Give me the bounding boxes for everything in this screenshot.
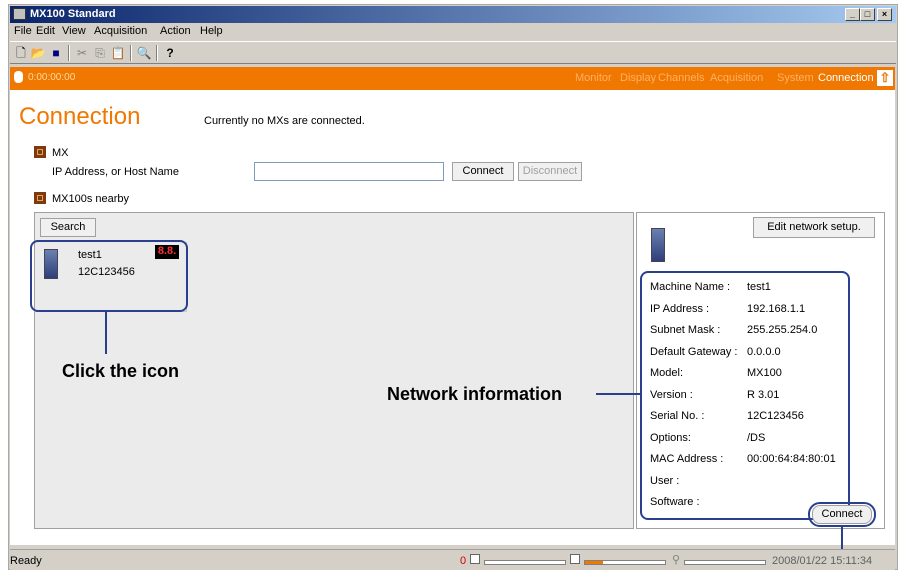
edit-network-setup-button[interactable]: Edit network setup.: [753, 217, 875, 238]
status-datetime: 2008/01/22 15:11:34: [772, 555, 873, 567]
ip-address-label: IP Address, or Host Name: [52, 166, 179, 178]
maximize-button[interactable]: □: [860, 8, 875, 21]
ip-address-input[interactable]: [254, 162, 444, 181]
minimize-button[interactable]: _: [845, 8, 860, 21]
paste-icon[interactable]: 📋: [110, 45, 126, 61]
callout-line: [596, 393, 640, 395]
slider-1[interactable]: [484, 560, 566, 565]
network-field-value: 00:00:64:84:80:01: [747, 453, 836, 465]
nearby-section-label: MX100s nearby: [52, 193, 130, 205]
tab-connection[interactable]: Connection: [818, 72, 874, 84]
page-icon: [470, 554, 480, 564]
network-field-label: Serial No. :: [650, 410, 705, 422]
menu-edit[interactable]: Edit: [36, 25, 55, 37]
connect-button[interactable]: Connect: [452, 162, 514, 181]
nav-bar: 0:00:00:00 Monitor Display Channels Acqu…: [10, 67, 895, 90]
find-icon[interactable]: 🔍: [136, 45, 152, 61]
menu-acquisition[interactable]: Acquisition: [94, 25, 147, 37]
nearby-section-toggle-icon[interactable]: [34, 192, 46, 204]
link-icon: ⚲: [672, 554, 681, 566]
network-field-value: test1: [747, 281, 771, 293]
network-field-label: Default Gateway :: [650, 345, 738, 358]
network-field-label: MAC Address :: [650, 453, 724, 465]
network-field-label: IP Address :: [650, 302, 710, 315]
search-button[interactable]: Search: [40, 218, 96, 237]
network-info-annotation: Network information: [387, 384, 563, 404]
network-field-value: 12C123456: [747, 410, 804, 422]
network-field-label: Model:: [650, 367, 684, 379]
network-field-value: 0.0.0.0: [747, 345, 781, 358]
tab-channels[interactable]: Channels: [658, 72, 704, 84]
callout-line: [105, 312, 107, 354]
network-field-label: User :: [650, 474, 680, 487]
device-callout-box: [30, 240, 188, 312]
menu-bar: File Edit View Acquisition Action Help: [10, 23, 896, 40]
toolbar: 🗋 📂 ■ ✂ ⎘ 📋 🔍 ?: [10, 41, 896, 64]
menu-file[interactable]: File: [14, 25, 32, 37]
toolbar-separator: [156, 45, 158, 61]
network-field-label: Version :: [650, 388, 693, 401]
toolbar-separator: [68, 45, 70, 61]
copy-icon[interactable]: ⎘: [92, 45, 108, 61]
menu-help[interactable]: Help: [200, 25, 223, 37]
network-field-label: Machine Name :: [650, 281, 731, 293]
network-field-value: MX100: [747, 367, 782, 379]
network-field-value: 255.255.254.0: [747, 324, 818, 336]
page-title: Connection: [19, 103, 141, 130]
cut-icon[interactable]: ✂: [74, 45, 90, 61]
network-field-label: Subnet Mask :: [650, 324, 721, 336]
network-field-value: 192.168.1.1: [747, 302, 806, 315]
network-field-label: Options:: [650, 431, 691, 444]
display-icon: [570, 554, 580, 564]
connection-status: Currently no MXs are connected.: [204, 115, 365, 127]
database-icon: [14, 71, 23, 83]
up-arrow-icon[interactable]: ⇧: [877, 70, 893, 86]
tab-system[interactable]: System: [777, 72, 814, 84]
slider-2-fill: [585, 561, 603, 564]
status-count: 0: [460, 555, 467, 567]
title-bar[interactable]: MX100 Standard _ □ ×: [10, 6, 896, 23]
tab-acquisition[interactable]: Acquisition: [710, 72, 763, 84]
new-file-icon[interactable]: 🗋: [13, 45, 29, 61]
tab-monitor[interactable]: Monitor: [575, 72, 612, 84]
network-field-value: /DS: [747, 431, 766, 444]
toolbar-separator: [130, 45, 132, 61]
menu-view[interactable]: View: [62, 25, 86, 37]
disconnect-button[interactable]: Disconnect: [518, 162, 582, 181]
status-text: Ready: [10, 555, 42, 567]
mx100-device-icon: [651, 228, 665, 262]
menu-action[interactable]: Action: [160, 25, 191, 37]
tab-display[interactable]: Display: [620, 72, 656, 84]
slider-3[interactable]: [684, 560, 766, 565]
app-icon: [13, 8, 26, 20]
save-icon[interactable]: ■: [48, 45, 64, 61]
network-field-label: Software :: [650, 496, 700, 508]
close-button[interactable]: ×: [877, 8, 892, 21]
help-icon[interactable]: ?: [162, 45, 178, 61]
mx-section-label: MX: [52, 147, 69, 159]
elapsed-time: 0:00:00:00: [28, 72, 76, 83]
network-field-value: R 3.01: [747, 388, 780, 401]
window-title: MX100 Standard: [30, 8, 116, 20]
connect-callout-box: [808, 502, 876, 527]
mx-section-toggle-icon[interactable]: [34, 146, 46, 158]
click-icon-annotation: Click the icon: [62, 361, 180, 381]
open-folder-icon[interactable]: 📂: [30, 45, 46, 61]
